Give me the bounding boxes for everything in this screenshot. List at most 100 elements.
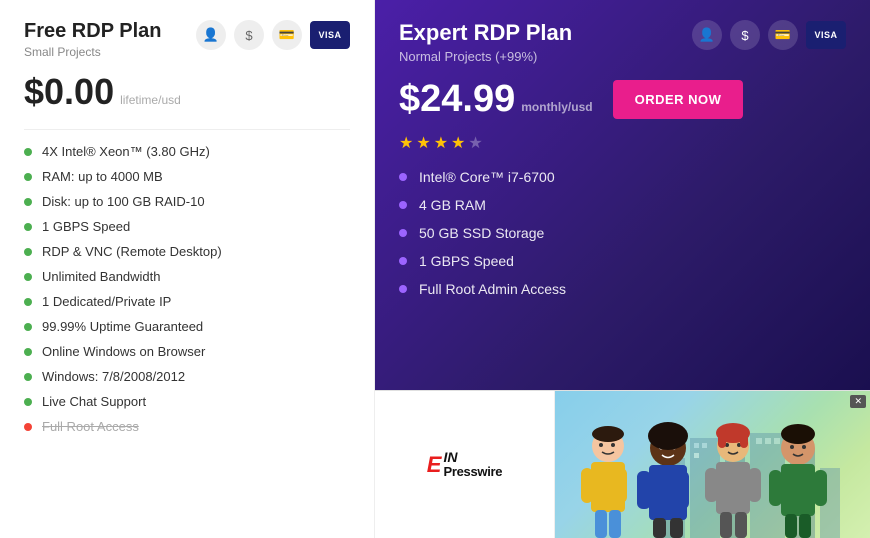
expert-feature-text: 1 GBPS Speed <box>419 253 514 269</box>
ad-illustration: ✕ <box>555 391 870 538</box>
dot-green <box>24 398 32 406</box>
expert-plan-header: Expert RDP Plan Normal Projects (+99%) 👤… <box>399 20 846 64</box>
expert-payment-icons: 👤 $ 💳 VISA <box>692 20 846 50</box>
feature-item-root: Full Root Access <box>24 419 350 434</box>
feature-item: RAM: up to 4000 MB <box>24 169 350 184</box>
feature-item: 1 GBPS Speed <box>24 219 350 234</box>
dot-green <box>24 273 32 281</box>
expert-card-icon: 💳 <box>768 20 798 50</box>
expert-plan-panel: Expert RDP Plan Normal Projects (+99%) 👤… <box>375 0 870 390</box>
expert-feature-item: Intel® Core™ i7-6700 <box>399 169 846 185</box>
star-half: ★ <box>451 133 465 153</box>
dollar-icon: $ <box>234 20 264 50</box>
free-plan-title: Free RDP Plan <box>24 20 161 43</box>
expert-feature-item: 1 GBPS Speed <box>399 253 846 269</box>
feature-text: 4X Intel® Xeon™ (3.80 GHz) <box>42 144 210 159</box>
expert-dot <box>399 285 407 293</box>
ein-e-letter: E <box>427 452 442 478</box>
expert-price-period: monthly/usd <box>521 100 592 114</box>
star-2: ★ <box>416 133 430 153</box>
free-plan-price: $0.00 <box>24 71 114 113</box>
free-plan-period: lifetime/usd <box>120 93 181 107</box>
divider <box>24 129 350 130</box>
expert-dot <box>399 257 407 265</box>
free-plan-features: 4X Intel® Xeon™ (3.80 GHz) RAM: up to 40… <box>24 144 350 434</box>
ad-close-area: ✕ <box>850 395 866 408</box>
free-plan-panel: Free RDP Plan Small Projects 👤 $ 💳 VISA … <box>0 0 375 538</box>
feature-text: Windows: 7/8/2008/2012 <box>42 369 185 384</box>
expert-price-row: $24.99 monthly/usd ORDER NOW <box>399 78 846 121</box>
visa-icon: VISA <box>310 21 350 49</box>
free-plan-subtitle: Small Projects <box>24 45 161 59</box>
dot-green <box>24 348 32 356</box>
ad-logo-section: E IN Presswire <box>375 391 555 538</box>
ein-text: IN Presswire <box>443 450 502 480</box>
feature-item: 1 Dedicated/Private IP <box>24 294 350 309</box>
star-empty: ★ <box>468 133 482 153</box>
expert-feature-item: 4 GB RAM <box>399 197 846 213</box>
order-now-button[interactable]: ORDER NOW <box>613 80 744 119</box>
dot-green <box>24 148 32 156</box>
dot-green <box>24 223 32 231</box>
ad-x-label: ✕ <box>850 395 866 408</box>
feature-text: 1 GBPS Speed <box>42 219 130 234</box>
expert-feature-text: Intel® Core™ i7-6700 <box>419 169 555 185</box>
dot-green <box>24 173 32 181</box>
expert-plan-title-group: Expert RDP Plan Normal Projects (+99%) <box>399 20 572 64</box>
expert-dollar-icon: $ <box>730 20 760 50</box>
expert-feature-text: Full Root Admin Access <box>419 281 566 297</box>
expert-dot <box>399 229 407 237</box>
feature-text: RDP & VNC (Remote Desktop) <box>42 244 222 259</box>
dot-green <box>24 298 32 306</box>
feature-text: Unlimited Bandwidth <box>42 269 161 284</box>
presswire-text: Presswire <box>443 465 502 479</box>
free-plan-title-group: Free RDP Plan Small Projects <box>24 20 161 59</box>
feature-item: Disk: up to 100 GB RAID-10 <box>24 194 350 209</box>
user-icon: 👤 <box>196 20 226 50</box>
expert-price-group: $24.99 monthly/usd <box>399 78 593 121</box>
star-3: ★ <box>434 133 448 153</box>
feature-item-chat: Live Chat Support <box>24 394 350 409</box>
dot-green <box>24 248 32 256</box>
payment-icons-row: 👤 $ 💳 VISA <box>196 20 350 50</box>
feature-item: 99.99% Uptime Guaranteed <box>24 319 350 334</box>
expert-user-icon: 👤 <box>692 20 722 50</box>
feature-text-strikethrough: Full Root Access <box>42 419 139 434</box>
dot-red <box>24 423 32 431</box>
expert-plan-subtitle: Normal Projects (+99%) <box>399 49 572 64</box>
dot-green <box>24 323 32 331</box>
feature-item-online-windows: Online Windows on Browser <box>24 344 350 359</box>
expert-plan-features: Intel® Core™ i7-6700 4 GB RAM 50 GB SSD … <box>399 169 846 297</box>
expert-feature-text: 4 GB RAM <box>419 197 486 213</box>
feature-text: RAM: up to 4000 MB <box>42 169 163 184</box>
expert-dot <box>399 201 407 209</box>
ein-presswire-logo: E IN Presswire <box>427 450 502 480</box>
characters-svg <box>573 418 853 538</box>
feature-text: Online Windows on Browser <box>42 344 205 359</box>
star-1: ★ <box>399 133 413 153</box>
expert-feature-text: 50 GB SSD Storage <box>419 225 544 241</box>
expert-feature-item-root-admin: Full Root Admin Access <box>399 281 846 297</box>
expert-price-amount: $24.99 <box>399 78 515 121</box>
feature-text: 99.99% Uptime Guaranteed <box>42 319 203 334</box>
feature-item: 4X Intel® Xeon™ (3.80 GHz) <box>24 144 350 159</box>
expert-feature-item: 50 GB SSD Storage <box>399 225 846 241</box>
feature-text: Live Chat Support <box>42 394 146 409</box>
expert-visa-icon: VISA <box>806 21 846 49</box>
dot-green <box>24 198 32 206</box>
expert-plan-title: Expert RDP Plan <box>399 20 572 46</box>
expert-dot <box>399 173 407 181</box>
feature-item-bandwidth: Unlimited Bandwidth <box>24 269 350 284</box>
dot-green <box>24 373 32 381</box>
free-plan-header: Free RDP Plan Small Projects 👤 $ 💳 VISA <box>24 20 350 59</box>
ad-banner: E IN Presswire <box>375 390 870 538</box>
feature-text: 1 Dedicated/Private IP <box>42 294 171 309</box>
feature-text: Disk: up to 100 GB RAID-10 <box>42 194 205 209</box>
right-panel: Expert RDP Plan Normal Projects (+99%) 👤… <box>375 0 870 538</box>
feature-item: RDP & VNC (Remote Desktop) <box>24 244 350 259</box>
free-plan-price-row: $0.00 lifetime/usd <box>24 71 350 113</box>
feature-item: Windows: 7/8/2008/2012 <box>24 369 350 384</box>
ein-in-text: IN <box>443 450 502 465</box>
expert-stars: ★ ★ ★ ★ ★ <box>399 133 846 153</box>
card-icon: 💳 <box>272 20 302 50</box>
